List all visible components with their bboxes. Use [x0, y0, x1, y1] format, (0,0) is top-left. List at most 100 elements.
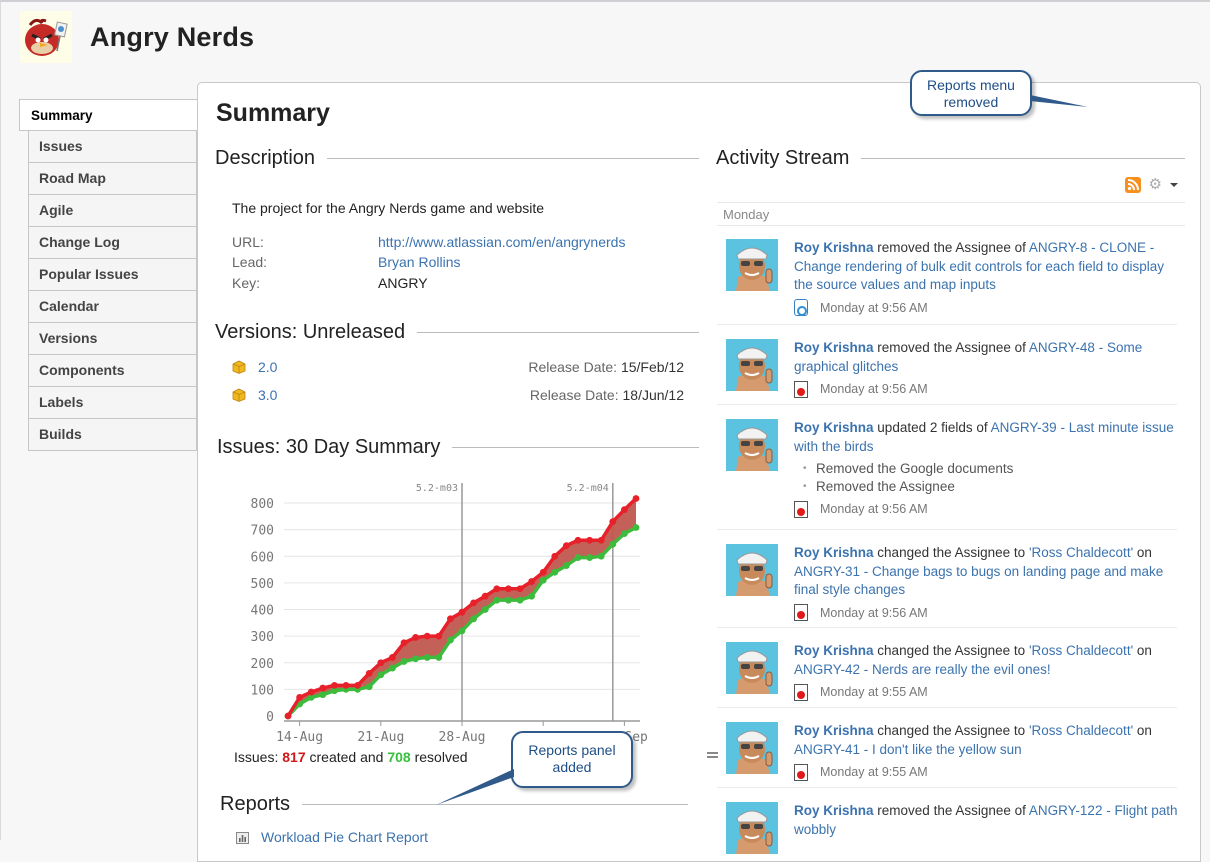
- bug-type-icon: [794, 763, 808, 781]
- issue-link[interactable]: ANGRY-42 - Nerds are really the evil one…: [794, 662, 1051, 677]
- resolved-point: [423, 654, 431, 661]
- project-title: Angry Nerds: [90, 21, 255, 52]
- user-link[interactable]: Roy Krishna: [794, 723, 874, 738]
- version-row: 2.0 Release Date: 15/Feb/12: [232, 359, 684, 375]
- user-avatar[interactable]: [726, 339, 778, 391]
- heading-rule: [452, 447, 699, 448]
- callout-pointer: [436, 769, 514, 805]
- sidebar-item-calendar[interactable]: Calendar: [28, 291, 197, 323]
- user-link[interactable]: Roy Krishna: [794, 643, 874, 658]
- user-avatar[interactable]: [726, 239, 778, 291]
- activity-action: removed the Assignee of: [877, 803, 1026, 818]
- user-link[interactable]: Roy Krishna: [794, 340, 874, 355]
- rss-feed-icon[interactable]: [1124, 177, 1141, 193]
- release-date: Release Date: 18/Jun/12: [530, 387, 684, 403]
- user-avatar[interactable]: [726, 544, 778, 596]
- entry-divider: [717, 324, 1177, 325]
- created-point: [435, 632, 443, 640]
- activity-action: changed the Assignee to: [877, 723, 1026, 738]
- key-label: Key:: [232, 275, 261, 291]
- resolved-point: [563, 562, 570, 569]
- report-item[interactable]: Workload Pie Chart Report: [236, 829, 428, 845]
- project-url-link[interactable]: http://www.atlassian.com/en/angrynerds: [378, 234, 625, 250]
- sidebar-item-labels[interactable]: Labels: [28, 387, 197, 419]
- chevron-down-icon[interactable]: [1170, 183, 1178, 187]
- url-label: URL:: [232, 234, 264, 250]
- activity-action: removed the Assignee of: [877, 340, 1026, 355]
- issue-link[interactable]: ANGRY-31 - Change bags to bugs on landin…: [794, 564, 1163, 598]
- column-drag-handle[interactable]: [707, 752, 718, 758]
- created-point: [493, 585, 501, 593]
- version-link[interactable]: 2.0: [258, 359, 277, 375]
- activity-entry: Roy Krishna changed the Assignee to 'Ros…: [726, 642, 1186, 702]
- entry-divider: [717, 787, 1177, 788]
- created-point: [621, 506, 628, 514]
- activity-meta: Monday at 9:56 AM: [794, 299, 1186, 318]
- version-link[interactable]: 3.0: [258, 387, 277, 403]
- user-avatar[interactable]: [726, 642, 778, 694]
- issue-link[interactable]: ANGRY-41 - I don't like the yellow sun: [794, 742, 1022, 757]
- user-link[interactable]: Roy Krishna: [794, 545, 874, 560]
- assignee-link[interactable]: 'Ross Chaldecott': [1029, 723, 1133, 738]
- callout-line: Reports menu: [927, 77, 1015, 93]
- project-header: Angry Nerds: [20, 10, 254, 64]
- resolved-point: [505, 596, 512, 604]
- user-avatar[interactable]: [726, 722, 778, 774]
- y-tick-label: 600: [251, 550, 274, 565]
- version-row: 3.0 Release Date: 18/Jun/12: [232, 387, 684, 403]
- lead-label: Lead:: [232, 254, 268, 270]
- task-type-icon: [794, 299, 808, 317]
- sidebar-item-issues[interactable]: Issues: [28, 131, 197, 163]
- assignee-link[interactable]: 'Ross Chaldecott': [1029, 643, 1133, 658]
- sidebar-item-summary[interactable]: Summary: [19, 99, 197, 131]
- description-heading: Description: [215, 147, 699, 170]
- activity-entry-body: Roy Krishna changed the Assignee to 'Ros…: [794, 722, 1186, 782]
- x-tick-label: 21-Aug: [357, 730, 404, 745]
- user-link[interactable]: Roy Krishna: [794, 803, 874, 818]
- activity-action: changed the Assignee to: [877, 545, 1026, 560]
- created-point: [516, 585, 524, 593]
- user-avatar[interactable]: [726, 802, 778, 854]
- created-point: [331, 681, 338, 689]
- created-point: [632, 495, 640, 502]
- project-lead-link[interactable]: Bryan Rollins: [378, 254, 460, 270]
- created-point: [389, 654, 396, 661]
- sidebar-item-road-map[interactable]: Road Map: [28, 163, 197, 195]
- user-avatar[interactable]: [726, 419, 778, 471]
- gear-icon[interactable]: ⚙: [1149, 177, 1162, 193]
- sidebar-item-versions[interactable]: Versions: [28, 323, 197, 355]
- callout-line: removed: [943, 94, 999, 110]
- activity-on: on: [1136, 545, 1152, 560]
- created-point: [365, 670, 373, 677]
- sidebar-item-components[interactable]: Components: [28, 355, 197, 387]
- entry-divider: [717, 529, 1177, 530]
- created-point: [296, 693, 303, 701]
- project-description: The project for the Angry Nerds game and…: [232, 200, 545, 216]
- created-point: [423, 632, 431, 640]
- created-count: 817: [282, 749, 306, 765]
- created-point: [551, 552, 559, 560]
- sidebar-item-builds[interactable]: Builds: [28, 419, 197, 451]
- key-row: Key: ANGRY: [232, 275, 428, 291]
- activity-entry-body: Roy Krishna changed the Assignee to 'Ros…: [794, 642, 1186, 702]
- activity-entry-body: Roy Krishna updated 2 fields of ANGRY-39…: [794, 419, 1186, 519]
- day-label: Monday: [723, 207, 770, 222]
- assignee-link[interactable]: 'Ross Chaldecott': [1029, 545, 1133, 560]
- stream-divider: [717, 202, 1185, 203]
- callout-pointer: [1030, 95, 1088, 107]
- sidebar-item-popular-issues[interactable]: Popular Issues: [28, 259, 197, 291]
- created-point: [597, 536, 605, 544]
- bug-type-icon: [794, 380, 808, 398]
- summary-prefix: Issues:: [234, 749, 279, 765]
- sidebar-item-change-log[interactable]: Change Log: [28, 227, 197, 259]
- sidebar-item-agile[interactable]: Agile: [28, 195, 197, 227]
- issues-chart: 0 100 200 300 400 500 600 700 800 14-Aug 21-Aug 28-…: [251, 483, 648, 745]
- workload-pie-chart-report-link[interactable]: Workload Pie Chart Report: [261, 829, 428, 845]
- user-link[interactable]: Roy Krishna: [794, 420, 874, 435]
- created-point: [528, 578, 535, 585]
- resolved-point: [365, 683, 373, 691]
- user-link[interactable]: Roy Krishna: [794, 240, 874, 255]
- activity-entry: Roy Krishna changed the Assignee to 'Ros…: [726, 722, 1186, 782]
- activity-timestamp: Monday at 9:56 AM: [820, 502, 928, 516]
- activity-timestamp: Monday at 9:56 AM: [820, 605, 928, 620]
